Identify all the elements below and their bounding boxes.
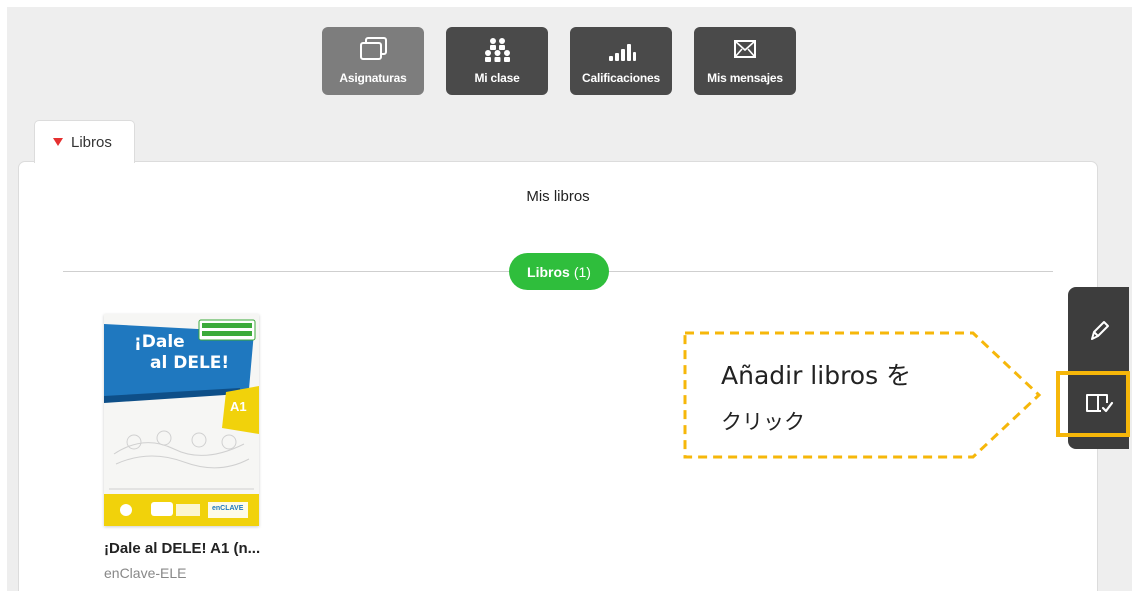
pill-count: (1)	[573, 263, 591, 280]
book-cover[interactable]: ¡Dale al DELE! A1 enCLAVE	[104, 314, 259, 526]
tab-libros[interactable]: Libros	[34, 120, 135, 163]
pencil-icon	[1088, 319, 1110, 348]
top-navigation: Asignaturas Mi clase Calificaciones Mis …	[322, 27, 796, 95]
cover-title-line1: ¡Dale	[134, 332, 185, 352]
nav-label: Asignaturas	[339, 71, 407, 85]
nav-label: Mis mensajes	[707, 71, 783, 85]
callout-line2: クリック	[721, 410, 805, 434]
cover-level: A1	[230, 399, 247, 414]
nav-mi-clase-button[interactable]: Mi clase	[446, 27, 548, 95]
tab-label: Libros	[71, 133, 112, 151]
instruction-callout: Añadir libros を クリック	[683, 331, 1043, 459]
messages-icon	[728, 36, 762, 64]
nav-label: Calificaciones	[582, 71, 660, 85]
class-icon	[480, 36, 514, 64]
panel-title: Mis libros	[526, 188, 590, 205]
pill-label: Libros	[527, 263, 570, 280]
grades-icon	[604, 36, 638, 64]
nav-asignaturas-button[interactable]: Asignaturas	[322, 27, 424, 95]
edit-button[interactable]	[1068, 303, 1129, 363]
cover-brand: enCLAVE	[212, 505, 244, 512]
books-count-pill[interactable]: Libros (1)	[509, 253, 609, 290]
callout-line1: Añadir libros を	[721, 361, 912, 390]
subjects-icon	[356, 36, 390, 64]
nav-mis-mensajes-button[interactable]: Mis mensajes	[694, 27, 796, 95]
nav-label: Mi clase	[474, 71, 520, 85]
book-title[interactable]: ¡Dale al DELE! A1 (n...	[104, 540, 279, 557]
triangle-down-icon	[53, 138, 63, 146]
cover-title-line2: al DELE!	[150, 353, 230, 373]
book-publisher: enClave-ELE	[104, 565, 187, 581]
highlight-frame	[1056, 371, 1130, 437]
book-card[interactable]: ¡Dale al DELE! A1 enCLAVE ¡Dale al DELE!…	[104, 314, 279, 581]
nav-calificaciones-button[interactable]: Calificaciones	[570, 27, 672, 95]
